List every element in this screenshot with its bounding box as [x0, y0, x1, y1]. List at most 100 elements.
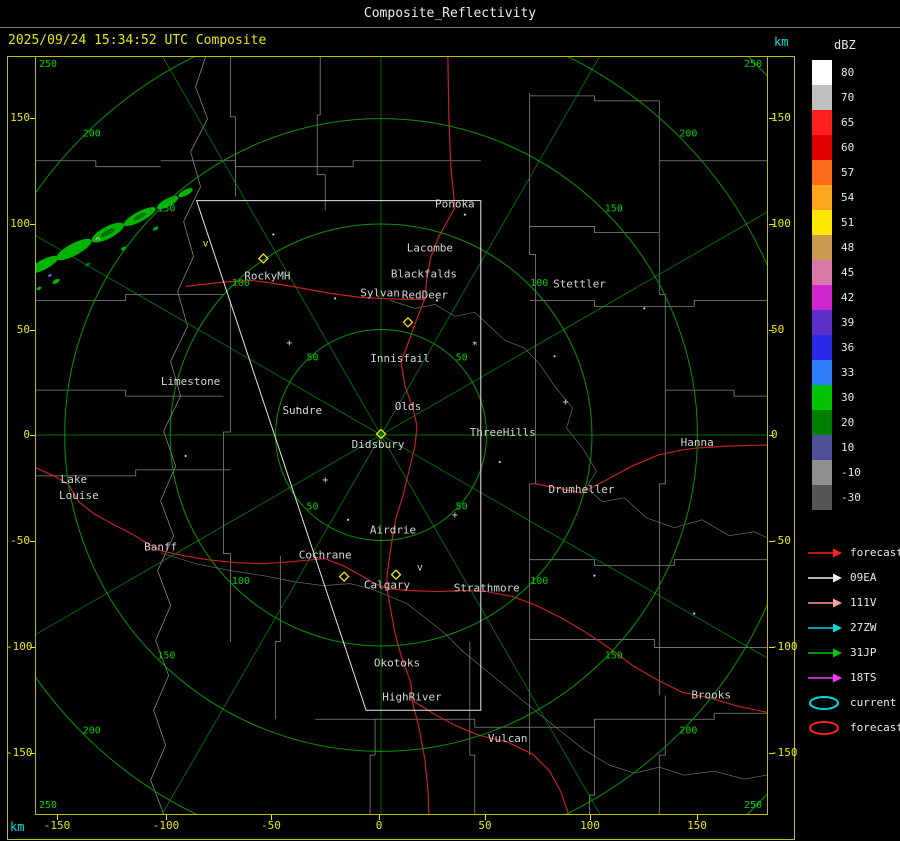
- svg-text:100: 100: [530, 576, 548, 587]
- right-axis-tick: [769, 330, 774, 331]
- left-axis-label: 0: [6, 428, 30, 441]
- colorbar-swatch: [812, 485, 832, 510]
- colorbar-swatch: [812, 310, 832, 335]
- legend-arrow-icon: [806, 595, 844, 611]
- right-axis-tick: [769, 435, 774, 436]
- colorbar-swatch: [812, 435, 832, 460]
- colorbar-swatch: [812, 135, 832, 160]
- colorbar-value: 80: [841, 60, 854, 85]
- colorbar-swatch: [812, 385, 832, 410]
- bottom-axis-label: -50: [253, 819, 289, 832]
- svg-text:+: +: [452, 510, 458, 521]
- colorbar-value: 60: [841, 135, 854, 160]
- colorbar-value: -10: [841, 460, 861, 485]
- svg-text:150: 150: [605, 651, 623, 662]
- colorbar-swatch: [812, 360, 832, 385]
- city-label: Sundre: [282, 404, 322, 417]
- legend-label: 27ZW: [850, 621, 877, 634]
- legend-label: 31JP: [850, 646, 877, 659]
- city-label: Brooks: [691, 688, 731, 701]
- colorbar-entry: 45: [812, 260, 861, 285]
- unit-label-top: km: [774, 35, 788, 49]
- city-label: Blackfalds: [391, 267, 457, 280]
- bottom-axis-tick: [166, 815, 167, 820]
- city-label: Limestone: [161, 375, 220, 388]
- legend-arrow-icon: [806, 620, 844, 636]
- bottom-axis-label: -150: [39, 819, 75, 832]
- bottom-axis-label: 100: [572, 819, 608, 832]
- city-label: Okotoks: [374, 656, 420, 669]
- colorbar-value: 42: [841, 285, 854, 310]
- city-label: Drumheller: [548, 483, 614, 496]
- city-label: Stettler: [553, 277, 606, 290]
- svg-text:200: 200: [83, 129, 101, 140]
- city-label: Lake: [61, 473, 87, 486]
- city-label: Strathmore: [454, 582, 520, 595]
- colorbar-swatch: [812, 260, 832, 285]
- left-axis-label: -100: [6, 640, 30, 653]
- side-panel: dBZ 80706560575451484542393633302010-10-…: [800, 28, 900, 841]
- colorbar-entry: 39: [812, 310, 861, 335]
- right-axis-tick: [769, 224, 774, 225]
- city-label: ThreeHills: [470, 426, 536, 439]
- svg-text:150: 150: [157, 651, 175, 662]
- left-axis-label: -50: [6, 534, 30, 547]
- legend-item: forecast: [806, 715, 900, 740]
- legend-item: 31JP: [806, 640, 900, 665]
- svg-text:100: 100: [530, 278, 548, 289]
- colorbar-value: 57: [841, 160, 854, 185]
- right-axis-tick: [769, 541, 774, 542]
- bottom-axis-tick: [590, 815, 591, 820]
- colorbar-entry: 10: [812, 435, 861, 460]
- svg-text:+: +: [322, 475, 328, 486]
- svg-text:50: 50: [456, 352, 468, 363]
- colorbar-value: 33: [841, 360, 854, 385]
- colorbar-value: 36: [841, 335, 854, 360]
- svg-text:v: v: [203, 238, 209, 249]
- radar-canvas[interactable]: 5050505010010010010015015015015020020020…: [36, 57, 767, 814]
- unit-label-bottom: km: [10, 820, 24, 834]
- legend-item: current: [806, 690, 900, 715]
- legend-label: 18TS: [850, 671, 877, 684]
- colorbar-value: 70: [841, 85, 854, 110]
- left-axis-label: 100: [6, 217, 30, 230]
- svg-text:*: *: [472, 340, 478, 351]
- scan-timestamp: 2025/09/24 15:34:52 UTC Composite: [8, 33, 266, 48]
- city-label: Airdrie: [370, 524, 416, 537]
- colorbar-value: 65: [841, 110, 854, 135]
- colorbar-entry: 36: [812, 335, 861, 360]
- colorbar-swatch: [812, 185, 832, 210]
- svg-text:250: 250: [744, 800, 762, 811]
- bottom-axis-tick: [57, 815, 58, 820]
- svg-text:250: 250: [39, 800, 57, 811]
- svg-text:250: 250: [39, 59, 57, 70]
- bottom-axis-label: 50: [467, 819, 503, 832]
- right-axis-label: 0: [771, 428, 799, 441]
- colorbar-entry: 57: [812, 160, 861, 185]
- city-label: Innisfail: [370, 352, 429, 365]
- svg-text:250: 250: [744, 59, 762, 70]
- right-axis-tick: [769, 118, 774, 119]
- colorbar-swatch: [812, 85, 832, 110]
- city-label: RockyMH: [244, 269, 290, 282]
- svg-text:^: ^: [95, 237, 101, 248]
- svg-text:200: 200: [679, 725, 697, 736]
- radar-map[interactable]: 5050505010010010010015015015015020020020…: [35, 56, 768, 815]
- colorbar-swatch: [812, 110, 832, 135]
- legend-arrow-icon: [806, 645, 844, 661]
- legend-arrow-icon: [806, 570, 844, 586]
- colorbar-title: dBZ: [834, 38, 856, 52]
- legend-item: forecast: [806, 540, 900, 565]
- legend-arrow-icon: [806, 670, 844, 686]
- colorbar-entry: 65: [812, 110, 861, 135]
- legend-label: 09EA: [850, 571, 877, 584]
- colorbar-entry: 20: [812, 410, 861, 435]
- colorbar-entry: 54: [812, 185, 861, 210]
- colorbar-entry: 80: [812, 60, 861, 85]
- legend-label: forecast: [850, 721, 900, 734]
- legend-label: 111V: [850, 596, 877, 609]
- bottom-axis-tick: [485, 815, 486, 820]
- city-label: Ponoka: [435, 198, 475, 211]
- city-label: RedDeer: [402, 288, 449, 301]
- colorbar-entry: 30: [812, 385, 861, 410]
